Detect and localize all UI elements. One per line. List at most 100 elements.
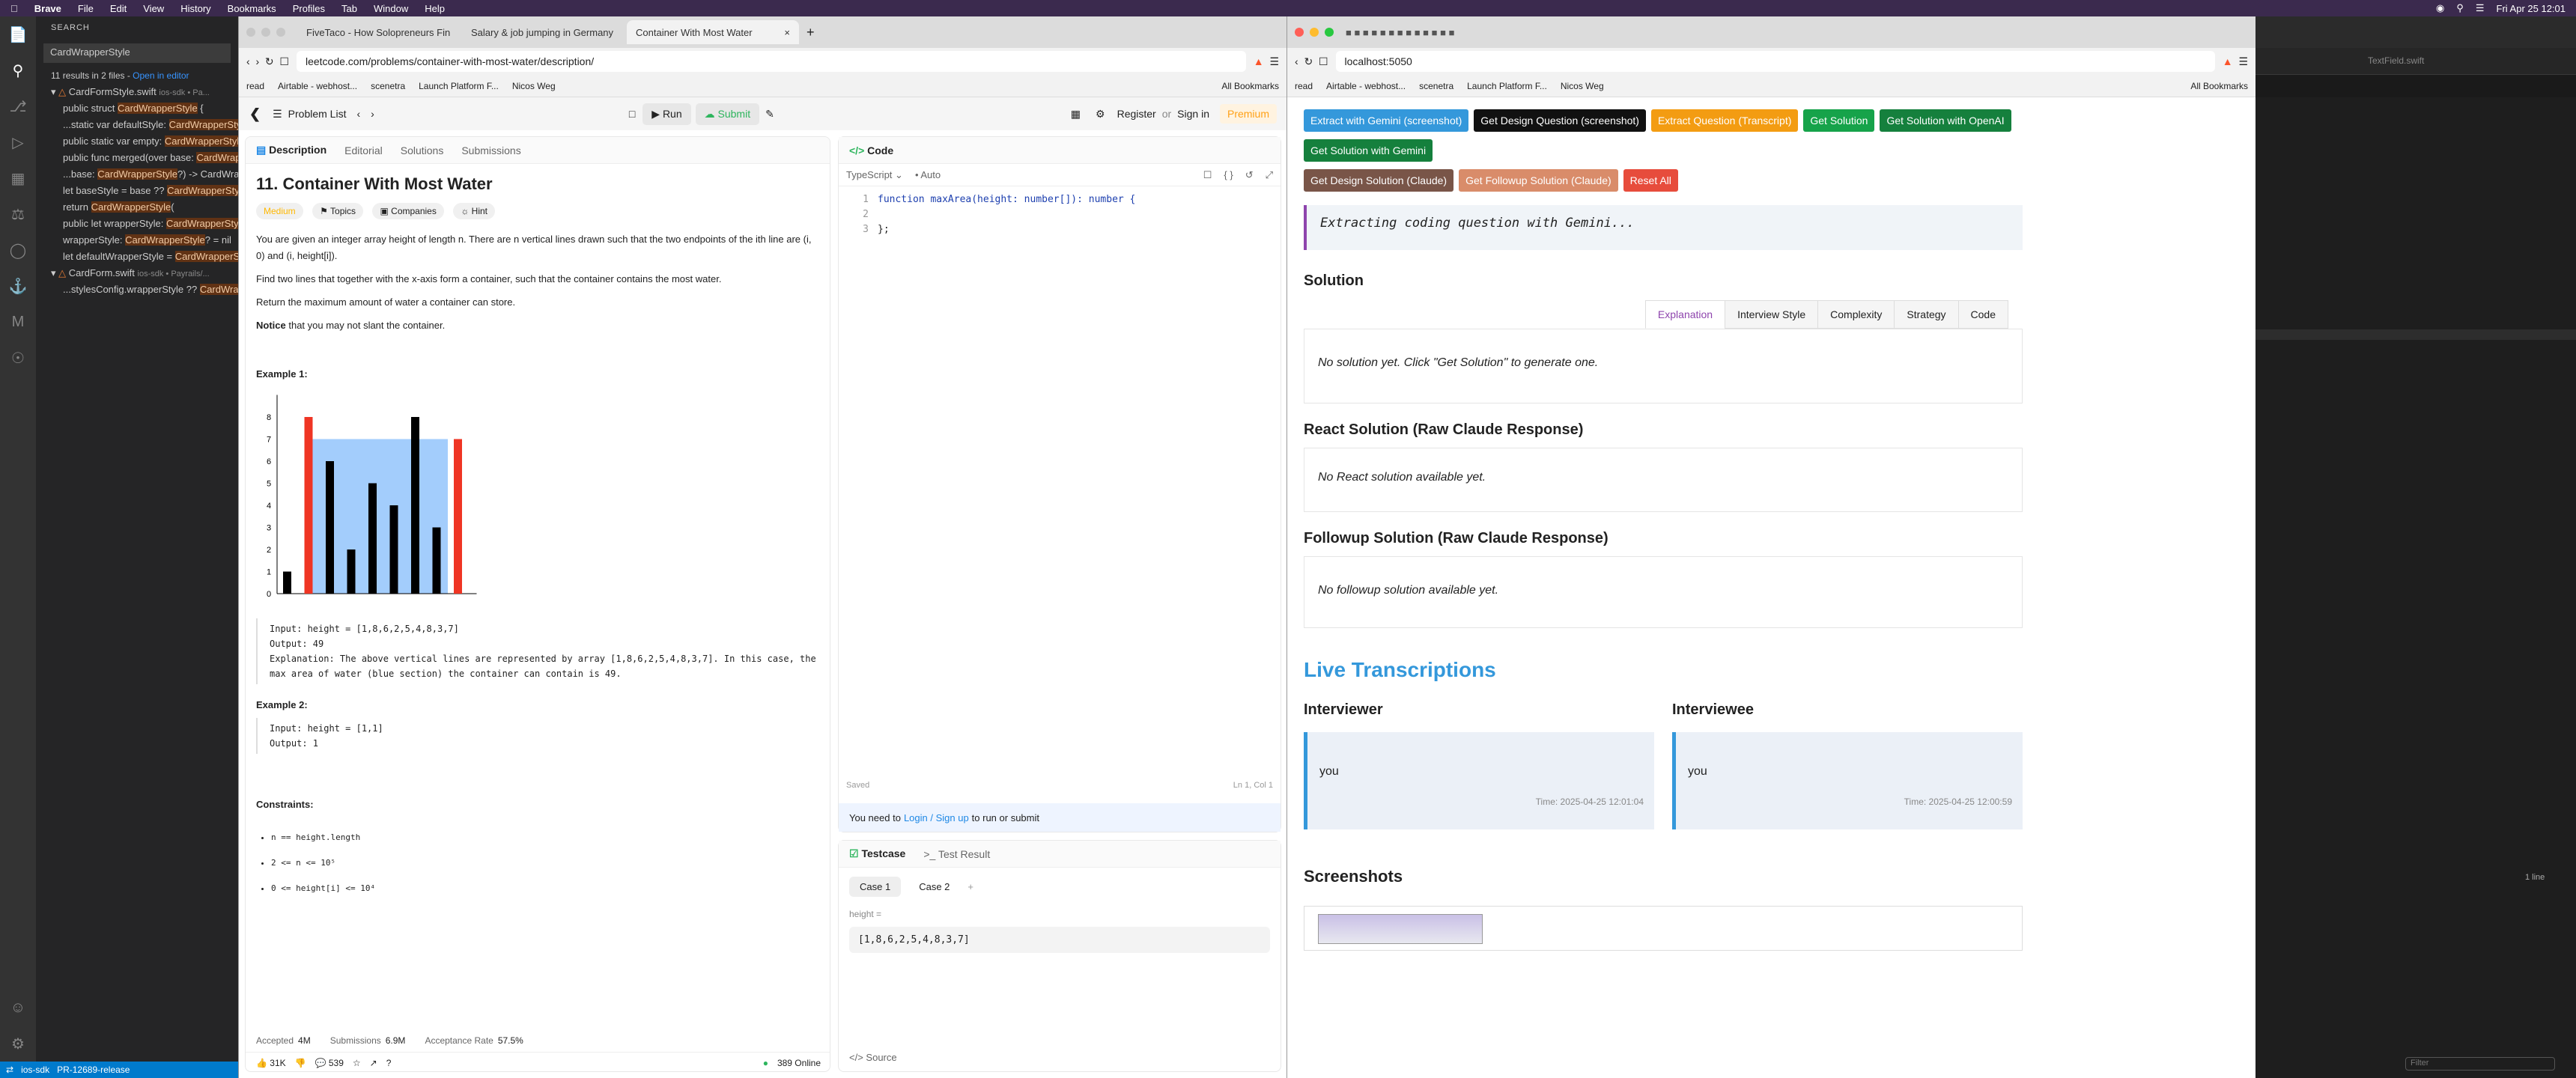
url-field[interactable]: leetcode.com/problems/container-with-mos… (296, 51, 1246, 72)
action-button-4[interactable]: Get Solution with OpenAI (1880, 109, 2011, 132)
tab-complexity[interactable]: Complexity (1817, 300, 1895, 329)
notes-icon[interactable]: ✎ (765, 108, 774, 121)
search-icon[interactable]: ⚲ (0, 52, 36, 88)
result-line[interactable]: return CardWrapperStyle( (36, 199, 238, 216)
bookmark-read[interactable]: read (1295, 81, 1313, 91)
action-button-8[interactable]: Reset All (1623, 169, 1678, 192)
menu-history[interactable]: History (180, 3, 210, 14)
tab-leetcode[interactable]: Container With Most Water × (627, 20, 799, 44)
result-line[interactable]: ...static var defaultStyle: CardWrapperS… (36, 117, 238, 133)
close-tab-icon[interactable]: × (784, 27, 790, 38)
bookmark-nicos[interactable]: Nicos Weg (1561, 81, 1604, 91)
tab-test-result[interactable]: >_ Test Result (923, 848, 990, 860)
code-editor[interactable]: 1 function maxArea(height: number[]): num… (839, 186, 1281, 243)
help-icon[interactable]: ? (386, 1058, 392, 1068)
screenshot-thumbnail[interactable] (1318, 914, 1483, 944)
back-icon[interactable]: ‹ (246, 55, 250, 67)
explorer-icon[interactable]: 📄 (0, 16, 36, 52)
reload-icon[interactable]: ↻ (1304, 55, 1313, 68)
zoom-window-button[interactable] (1325, 28, 1334, 37)
format-icon[interactable]: { } (1224, 169, 1233, 180)
minimize-window-button[interactable] (261, 28, 270, 37)
topics-tag[interactable]: ⚑ Topics (312, 203, 364, 219)
settings-gear-icon[interactable]: ⚙ (1096, 108, 1105, 121)
debug-icon[interactable]: □ (629, 108, 635, 120)
difficulty-badge[interactable]: Medium (256, 203, 303, 219)
result-line[interactable]: ...base: CardWrapperStyle?) -> CardWrapp… (36, 166, 238, 183)
menu-view[interactable]: View (143, 3, 164, 14)
bookmark-airtable[interactable]: Airtable - webhost... (1326, 81, 1406, 91)
list-icon[interactable]: ☰ (273, 108, 282, 121)
expand-icon[interactable]: ⤢ (1266, 169, 1273, 181)
back-icon[interactable]: ‹ (1295, 55, 1298, 67)
result-line[interactable]: public let wrapperStyle: CardWrapperStyl… (36, 216, 238, 232)
menu-edit[interactable]: Edit (110, 3, 127, 14)
editor-tab[interactable]: TextField.swift (2255, 48, 2576, 75)
reload-icon[interactable]: ↻ (265, 55, 274, 68)
source-control-icon[interactable]: ⎇ (0, 88, 36, 124)
bookmark-scenetra[interactable]: scenetra (371, 81, 405, 91)
branch-name[interactable]: PR-12689-release (57, 1065, 130, 1075)
action-button-0[interactable]: Extract with Gemini (screenshot) (1304, 109, 1469, 132)
result-line[interactable]: let defaultWrapperStyle = CardWrapperSty… (36, 249, 238, 265)
m-icon[interactable]: M (0, 304, 36, 340)
signin-link[interactable]: Sign in (1177, 108, 1209, 120)
settings-gear-icon[interactable]: ⚙ (0, 1026, 36, 1062)
menu-profiles[interactable]: Profiles (293, 3, 325, 14)
bookmark-all[interactable]: All Bookmarks (2190, 81, 2248, 91)
bookmark-airtable[interactable]: Airtable - webhost... (278, 81, 357, 91)
control-center-icon[interactable]: ☰ (2476, 2, 2485, 14)
result-line[interactable]: let baseStyle = base ?? CardWrapperStyle (36, 183, 238, 199)
docker-icon[interactable]: ⚓ (0, 268, 36, 304)
minimize-window-button[interactable] (1310, 28, 1319, 37)
next-problem-icon[interactable]: › (371, 108, 374, 120)
clock[interactable]: Fri Apr 25 12:01 (2497, 3, 2566, 14)
layout-icon[interactable]: ▦ (1071, 108, 1081, 121)
bookmark-all[interactable]: All Bookmarks (1221, 81, 1279, 91)
tab-editorial[interactable]: Editorial (344, 144, 383, 156)
filter-input[interactable]: Filter (2405, 1057, 2555, 1071)
account-icon[interactable]: ☺ (0, 990, 36, 1026)
result-file[interactable]: ▾ △ CardForm.swift ios-sdk • Payrails/..… (36, 265, 238, 281)
tab-explanation[interactable]: Explanation (1644, 300, 1726, 329)
login-signup-link[interactable]: Login / Sign up (904, 812, 969, 823)
submit-button[interactable]: ☁ Submit (695, 103, 760, 125)
bookmark-nicos[interactable]: Nicos Weg (512, 81, 556, 91)
new-tab-button[interactable]: + (806, 25, 815, 40)
forward-icon[interactable]: › (255, 55, 259, 67)
bookmark-launch[interactable]: Launch Platform F... (1467, 81, 1547, 91)
open-in-editor-link[interactable]: Open in editor (133, 70, 189, 81)
result-file[interactable]: ▾ △ CardFormStyle.swift ios-sdk • Pa... (36, 84, 238, 100)
menu-icon[interactable]: ☰ (1269, 55, 1279, 68)
result-line[interactable]: ...stylesConfig.wrapperStyle ?? CardWrap… (36, 281, 238, 298)
action-button-6[interactable]: Get Design Solution (Claude) (1304, 169, 1454, 192)
problem-list-link[interactable]: Problem List (288, 108, 347, 120)
zoom-window-button[interactable] (276, 28, 285, 37)
tab-interview-style[interactable]: Interview Style (1725, 300, 1819, 329)
menu-tab[interactable]: Tab (341, 3, 357, 14)
share-icon[interactable]: ↗ (370, 1058, 377, 1068)
reset-code-icon[interactable]: ↺ (1245, 169, 1254, 181)
result-line[interactable]: public struct CardWrapperStyle { (36, 100, 238, 117)
remote-indicator[interactable]: ⇄ (6, 1065, 13, 1075)
bookmark-icon[interactable]: ☐ (1319, 55, 1328, 68)
tab-strategy[interactable]: Strategy (1894, 300, 1959, 329)
bookmark-icon[interactable]: ☐ (279, 55, 289, 68)
menu-window[interactable]: Window (374, 3, 408, 14)
result-line[interactable]: wrapperStyle: CardWrapperStyle? = nil (36, 232, 238, 249)
bookmark-code-icon[interactable]: ☐ (1203, 169, 1212, 181)
result-line[interactable]: public func merged(over base: CardWrappe… (36, 150, 238, 166)
remote-icon[interactable]: ◯ (0, 232, 36, 268)
height-input[interactable]: [1,8,6,2,5,4,8,3,7] (849, 927, 1270, 953)
action-button-3[interactable]: Get Solution (1803, 109, 1875, 132)
tab-code[interactable]: Code (1957, 300, 2008, 329)
premium-button[interactable]: Premium (1219, 104, 1277, 124)
brave-shields-icon[interactable]: ▲ (1254, 55, 1264, 67)
tab-submissions[interactable]: Submissions (461, 144, 520, 156)
bookmark-read[interactable]: read (246, 81, 264, 91)
case-1-button[interactable]: Case 1 (849, 877, 902, 897)
menu-icon[interactable]: ☰ (2238, 55, 2248, 68)
source-link[interactable]: </> Source (849, 1052, 897, 1063)
auto-toggle[interactable]: • Auto (915, 169, 941, 180)
close-window-button[interactable] (246, 28, 255, 37)
